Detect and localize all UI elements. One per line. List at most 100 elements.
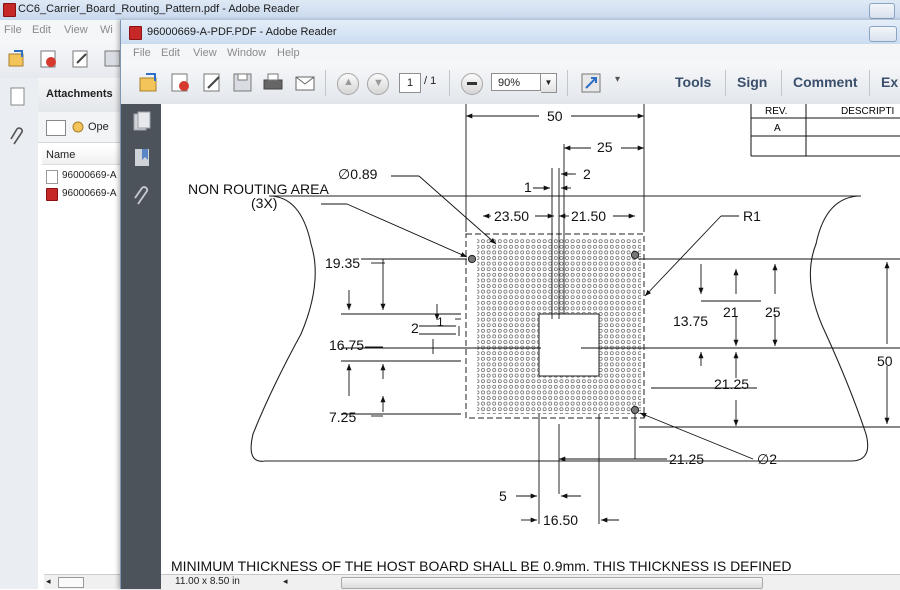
name-column-label: Name [46, 149, 76, 161]
scroll-left-icon[interactable]: ◂ [283, 576, 288, 587]
dim-16-50: 16.50 [543, 512, 578, 528]
save-icon[interactable] [231, 71, 255, 95]
zoom-out-button[interactable] [461, 73, 483, 95]
menu-view[interactable]: View [193, 47, 217, 59]
non-routing-hole [467, 254, 477, 264]
attachments-panel: Attachments Ope Name 96000669-A 96000669… [38, 78, 122, 589]
customize-toolbar-icon[interactable]: ▾ [615, 74, 620, 85]
options-menu-icon[interactable] [46, 120, 66, 136]
dim-21-25-right: 21.25 [714, 376, 749, 392]
pdf-file-icon [46, 188, 58, 201]
front-minimize-button[interactable] [869, 26, 897, 42]
back-menu-window[interactable]: Wi [100, 24, 113, 36]
paperclip-icon[interactable] [131, 184, 153, 208]
paperclip-icon[interactable] [8, 126, 28, 148]
rev-header: REV. [765, 106, 787, 117]
tab-comment[interactable]: Comment [793, 74, 858, 90]
dim-23-50: 23.50 [494, 208, 529, 224]
zoom-dropdown-button[interactable]: ▼ [541, 73, 557, 93]
toolbar-separator [449, 70, 450, 96]
menu-file[interactable]: File [133, 47, 151, 59]
open-attachment-button[interactable]: Ope [88, 121, 109, 133]
back-menu-file[interactable]: File [4, 24, 22, 36]
back-window-title: CC6_Carrier_Board_Routing_Pattern.pdf - … [18, 3, 300, 15]
attachments-hscrollbar[interactable]: ◂ [44, 574, 120, 589]
dim-50-right: 50 [877, 353, 893, 369]
document-view[interactable]: REV. DESCRIPTI A 50 25 2 1 23.50 21.50 R… [161, 104, 900, 574]
open-file-icon[interactable] [6, 48, 28, 70]
attachments-header: Attachments [38, 78, 122, 113]
minus-icon [467, 82, 477, 85]
dim-13-75: 13.75 [673, 313, 708, 329]
arrow-down-icon: ▼ [373, 77, 384, 89]
back-title-bar[interactable]: CC6_Carrier_Board_Routing_Pattern.pdf - … [0, 0, 900, 21]
create-pdf-icon[interactable] [38, 48, 60, 70]
back-navigation-pane [0, 78, 39, 589]
front-toolbar: ▲ ▼ 1 / 1 90% ▼ ▾ Tools Sign Comment Ex [121, 62, 900, 105]
toolbar-separator [725, 70, 726, 96]
document-hscroll-thumb[interactable] [341, 577, 763, 589]
non-routing-hole [630, 250, 640, 260]
zoom-level-input[interactable]: 90% [491, 73, 541, 91]
pages-icon[interactable] [8, 86, 28, 108]
routing-pattern-drawing: REV. DESCRIPTI A 50 25 2 1 23.50 21.50 R… [171, 104, 900, 574]
dim-21-25-bottom: 21.25 [669, 451, 704, 467]
edit-icon[interactable] [70, 48, 92, 70]
open-attachment-icon[interactable] [70, 119, 86, 135]
back-toolbar [0, 40, 122, 79]
front-navigation-pane [121, 104, 161, 589]
attachments-column-header[interactable]: Name [42, 146, 122, 165]
back-menu-view[interactable]: View [64, 24, 88, 36]
pages-icon[interactable] [131, 110, 153, 134]
non-routing-count: (3X) [251, 195, 277, 211]
email-icon[interactable] [293, 71, 317, 95]
toolbar-separator [869, 70, 870, 96]
scroll-thumb[interactable] [58, 577, 84, 588]
chevron-down-icon: ▼ [544, 78, 553, 87]
arrow-up-icon: ▲ [343, 76, 354, 88]
dim-25-right: 25 [765, 304, 781, 320]
back-menu-edit[interactable]: Edit [32, 24, 51, 36]
toolbar-separator [781, 70, 782, 96]
page-size-label: 11.00 x 8.50 in [175, 576, 240, 587]
dim-16-75: 16.75 [329, 337, 364, 353]
previous-page-button[interactable]: ▲ [337, 73, 359, 95]
menu-edit[interactable]: Edit [161, 47, 180, 59]
non-routing-hole [630, 405, 640, 415]
pdf-file-icon [3, 3, 16, 17]
full-screen-icon[interactable] [579, 71, 603, 95]
tab-tools[interactable]: Tools [675, 74, 711, 90]
attachment-name: 96000669-A [62, 170, 117, 181]
drawing-note: MINIMUM THICKNESS OF THE HOST BOARD SHAL… [171, 558, 792, 574]
scroll-left-icon[interactable]: ◂ [46, 576, 51, 587]
front-window-title: 96000669-A-PDF.PDF - Adobe Reader [147, 26, 337, 38]
pdf-file-icon [129, 26, 142, 40]
create-pdf-icon[interactable] [169, 71, 193, 95]
status-bar: 11.00 x 8.50 in ◂ [161, 574, 900, 590]
page-total-label: / 1 [424, 75, 437, 87]
print-icon[interactable] [261, 71, 285, 95]
next-page-button[interactable]: ▼ [367, 73, 389, 95]
rev-value: A [774, 123, 781, 134]
document-icon [46, 170, 58, 184]
open-file-icon[interactable] [137, 71, 161, 95]
dim-21-50: 21.50 [571, 208, 606, 224]
tab-export[interactable]: Ex [881, 74, 898, 90]
dim-1-left: 1 [437, 315, 444, 329]
page-number-input[interactable]: 1 [399, 73, 421, 93]
dim-1-top: 1 [524, 179, 532, 195]
tab-sign[interactable]: Sign [737, 74, 767, 90]
menu-window[interactable]: Window [227, 47, 266, 59]
front-title-bar[interactable]: 96000669-A-PDF.PDF - Adobe Reader [121, 20, 900, 44]
dim-7-25: 7.25 [329, 409, 356, 425]
edit-pdf-icon[interactable] [201, 71, 225, 95]
dim-r1: R1 [743, 208, 761, 224]
back-menu-bar: File Edit View Wi [0, 20, 120, 40]
dim-25-top: 25 [597, 139, 613, 155]
bookmarks-icon[interactable] [131, 146, 153, 170]
attachment-name: 96000669-A [62, 188, 117, 199]
back-minimize-button[interactable] [869, 3, 895, 19]
dim-2-left: 2 [411, 320, 419, 336]
menu-help[interactable]: Help [277, 47, 300, 59]
description-header: DESCRIPTI [841, 106, 894, 117]
